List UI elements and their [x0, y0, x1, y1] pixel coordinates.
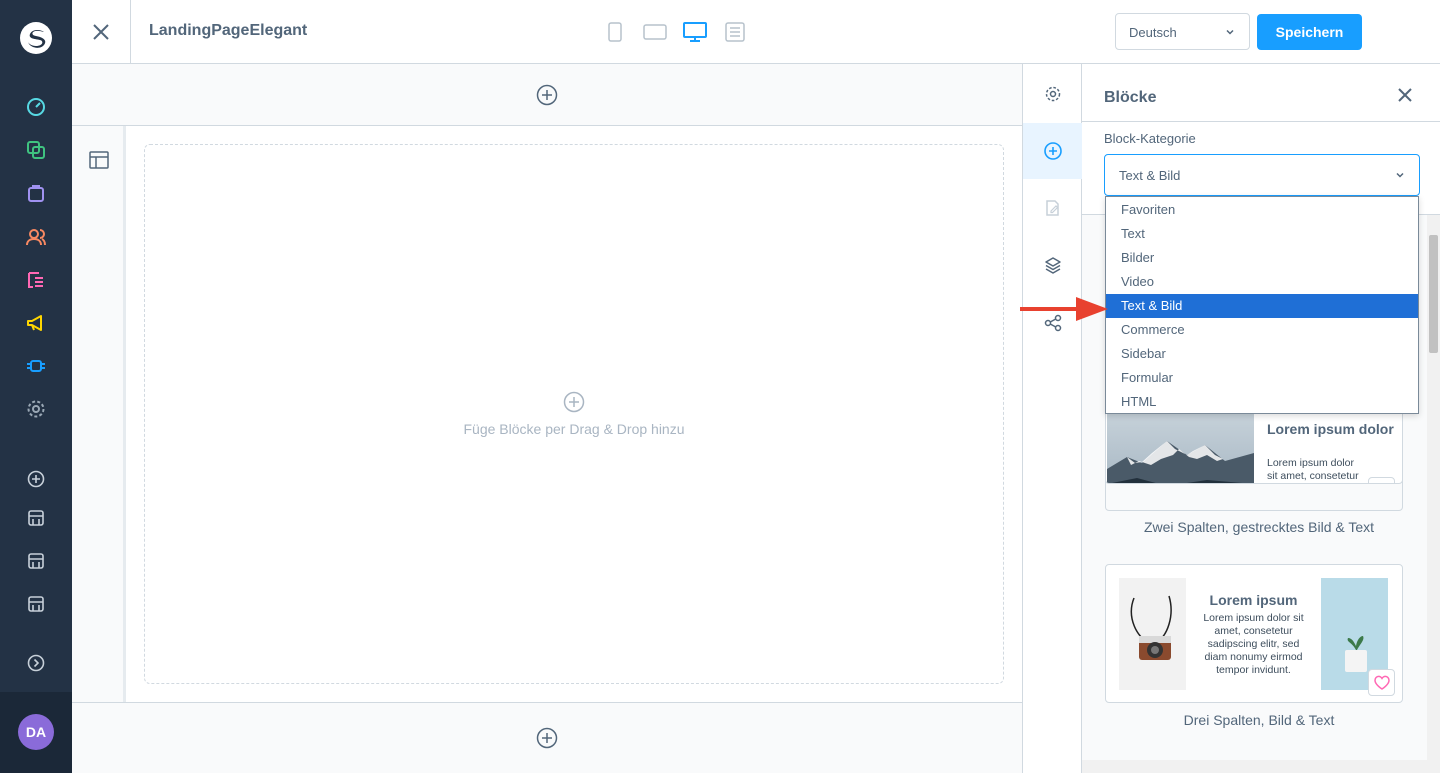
add-section-bottom [72, 702, 1022, 773]
block-text: Lorem ipsum dolor sit amet, consetetur s… [1267, 457, 1359, 482]
mountain-image [1107, 409, 1254, 483]
category-option-html[interactable]: HTML [1106, 390, 1418, 414]
add-section-icon[interactable] [536, 727, 558, 749]
sales-channel-icon[interactable] [24, 592, 48, 616]
favorite-button[interactable] [1368, 477, 1395, 484]
category-option-commerce[interactable]: Commerce [1106, 318, 1418, 342]
sales-channel-icon[interactable] [24, 506, 48, 530]
app-sidebar: DA [0, 0, 72, 773]
heart-icon [1373, 675, 1390, 690]
add-section-icon[interactable] [536, 84, 558, 106]
save-button[interactable]: Speichern [1257, 14, 1362, 50]
chevron-down-icon [1396, 172, 1404, 178]
add-section-top [72, 64, 1022, 126]
add-circle-icon [1043, 142, 1062, 160]
tool-rail [1022, 64, 1082, 773]
settings-icon[interactable] [24, 397, 48, 421]
block-category-dropdown: Favoriten Text Bilder Video Text & Bild … [1105, 196, 1419, 414]
heart-icon [1374, 483, 1390, 484]
customers-icon[interactable] [24, 225, 48, 249]
edit-document-icon [1045, 200, 1059, 216]
gear-icon [1045, 86, 1060, 102]
desktop-view-icon[interactable] [682, 20, 708, 44]
layers-tool[interactable] [1023, 237, 1082, 293]
edit-tool[interactable] [1023, 180, 1082, 236]
device-switch [602, 20, 748, 44]
section-layout-icon[interactable] [89, 150, 109, 170]
drop-hint: Füge Blöcke per Drag & Drop hinzu [463, 421, 685, 437]
section-body: Füge Blöcke per Drag & Drop hinzu [126, 126, 1022, 702]
close-icon [93, 23, 109, 40]
page-title: LandingPageElegant [149, 22, 308, 39]
content-icon[interactable] [24, 268, 48, 292]
sales-channel-icon[interactable] [24, 549, 48, 573]
vertical-scrollbar[interactable] [1427, 215, 1440, 773]
panel-header: Blöcke [1082, 64, 1440, 122]
form-view-icon[interactable] [722, 20, 748, 44]
panel-title: Blöcke [1104, 89, 1157, 106]
add-block-icon [563, 391, 585, 413]
block-text: Lorem ipsum dolor sit amet, consetetur s… [1203, 612, 1304, 676]
block-category-label: Block-Kategorie [1104, 131, 1196, 146]
category-option-text[interactable]: Text [1106, 222, 1418, 246]
block-heading: Lorem ipsum [1209, 592, 1298, 608]
mobile-view-icon[interactable] [602, 20, 628, 44]
block-drop-zone[interactable]: Füge Blöcke per Drag & Drop hinzu [144, 144, 1004, 684]
scrollbar-thumb[interactable] [1429, 235, 1438, 353]
category-option-sidebar[interactable]: Sidebar [1106, 342, 1418, 366]
add-sales-channel-icon[interactable] [24, 467, 48, 491]
orders-icon[interactable] [24, 181, 48, 205]
block-category-value: Text & Bild [1119, 168, 1181, 183]
annotation-arrow-icon [1020, 297, 1108, 321]
avatar[interactable]: DA [18, 714, 54, 750]
block-preview-two-columns[interactable]: Lorem ipsum dolor Lorem ipsum dolor sit … [1105, 408, 1403, 484]
shopware-logo-icon[interactable] [18, 20, 54, 56]
layers-icon [1044, 257, 1061, 274]
section-sidebar [72, 126, 126, 702]
category-option-favoriten[interactable]: Favoriten [1106, 198, 1418, 222]
dashboard-icon[interactable] [24, 95, 48, 119]
close-icon[interactable] [1398, 88, 1412, 102]
close-editor-button[interactable] [72, 0, 131, 63]
block-name: Drei Spalten, Bild & Text [1183, 712, 1335, 728]
chevron-down-icon [1226, 29, 1234, 35]
camera-image [1119, 578, 1186, 690]
category-option-formular[interactable]: Formular [1106, 366, 1418, 390]
top-bar: LandingPageElegant Deutsch Speichern [72, 0, 1440, 64]
tablet-view-icon[interactable] [642, 20, 668, 44]
catalogue-icon[interactable] [24, 138, 48, 162]
language-select[interactable]: Deutsch [1115, 13, 1250, 50]
expand-menu-icon[interactable] [24, 651, 48, 675]
block-preview-three-columns[interactable]: Lorem ipsum Lorem ipsum dolor sit amet, … [1105, 564, 1403, 703]
block-category-select[interactable]: Text & Bild [1104, 154, 1420, 196]
language-value: Deutsch [1129, 25, 1177, 40]
horizontal-scrollbar[interactable] [1082, 760, 1427, 773]
marketing-icon[interactable] [24, 311, 48, 335]
page-settings-tool[interactable] [1023, 66, 1082, 122]
category-option-video[interactable]: Video [1106, 270, 1418, 294]
block-name: Zwei Spalten, gestrecktes Bild & Text [1143, 519, 1375, 535]
block-heading: Lorem ipsum dolor [1267, 421, 1394, 437]
layout-canvas: Füge Blöcke per Drag & Drop hinzu [72, 64, 1022, 773]
category-option-text-bild[interactable]: Text & Bild [1106, 294, 1418, 318]
blocks-tool[interactable] [1023, 123, 1082, 179]
category-option-bilder[interactable]: Bilder [1106, 246, 1418, 270]
extensions-icon[interactable] [24, 354, 48, 378]
favorite-button[interactable] [1368, 669, 1395, 696]
